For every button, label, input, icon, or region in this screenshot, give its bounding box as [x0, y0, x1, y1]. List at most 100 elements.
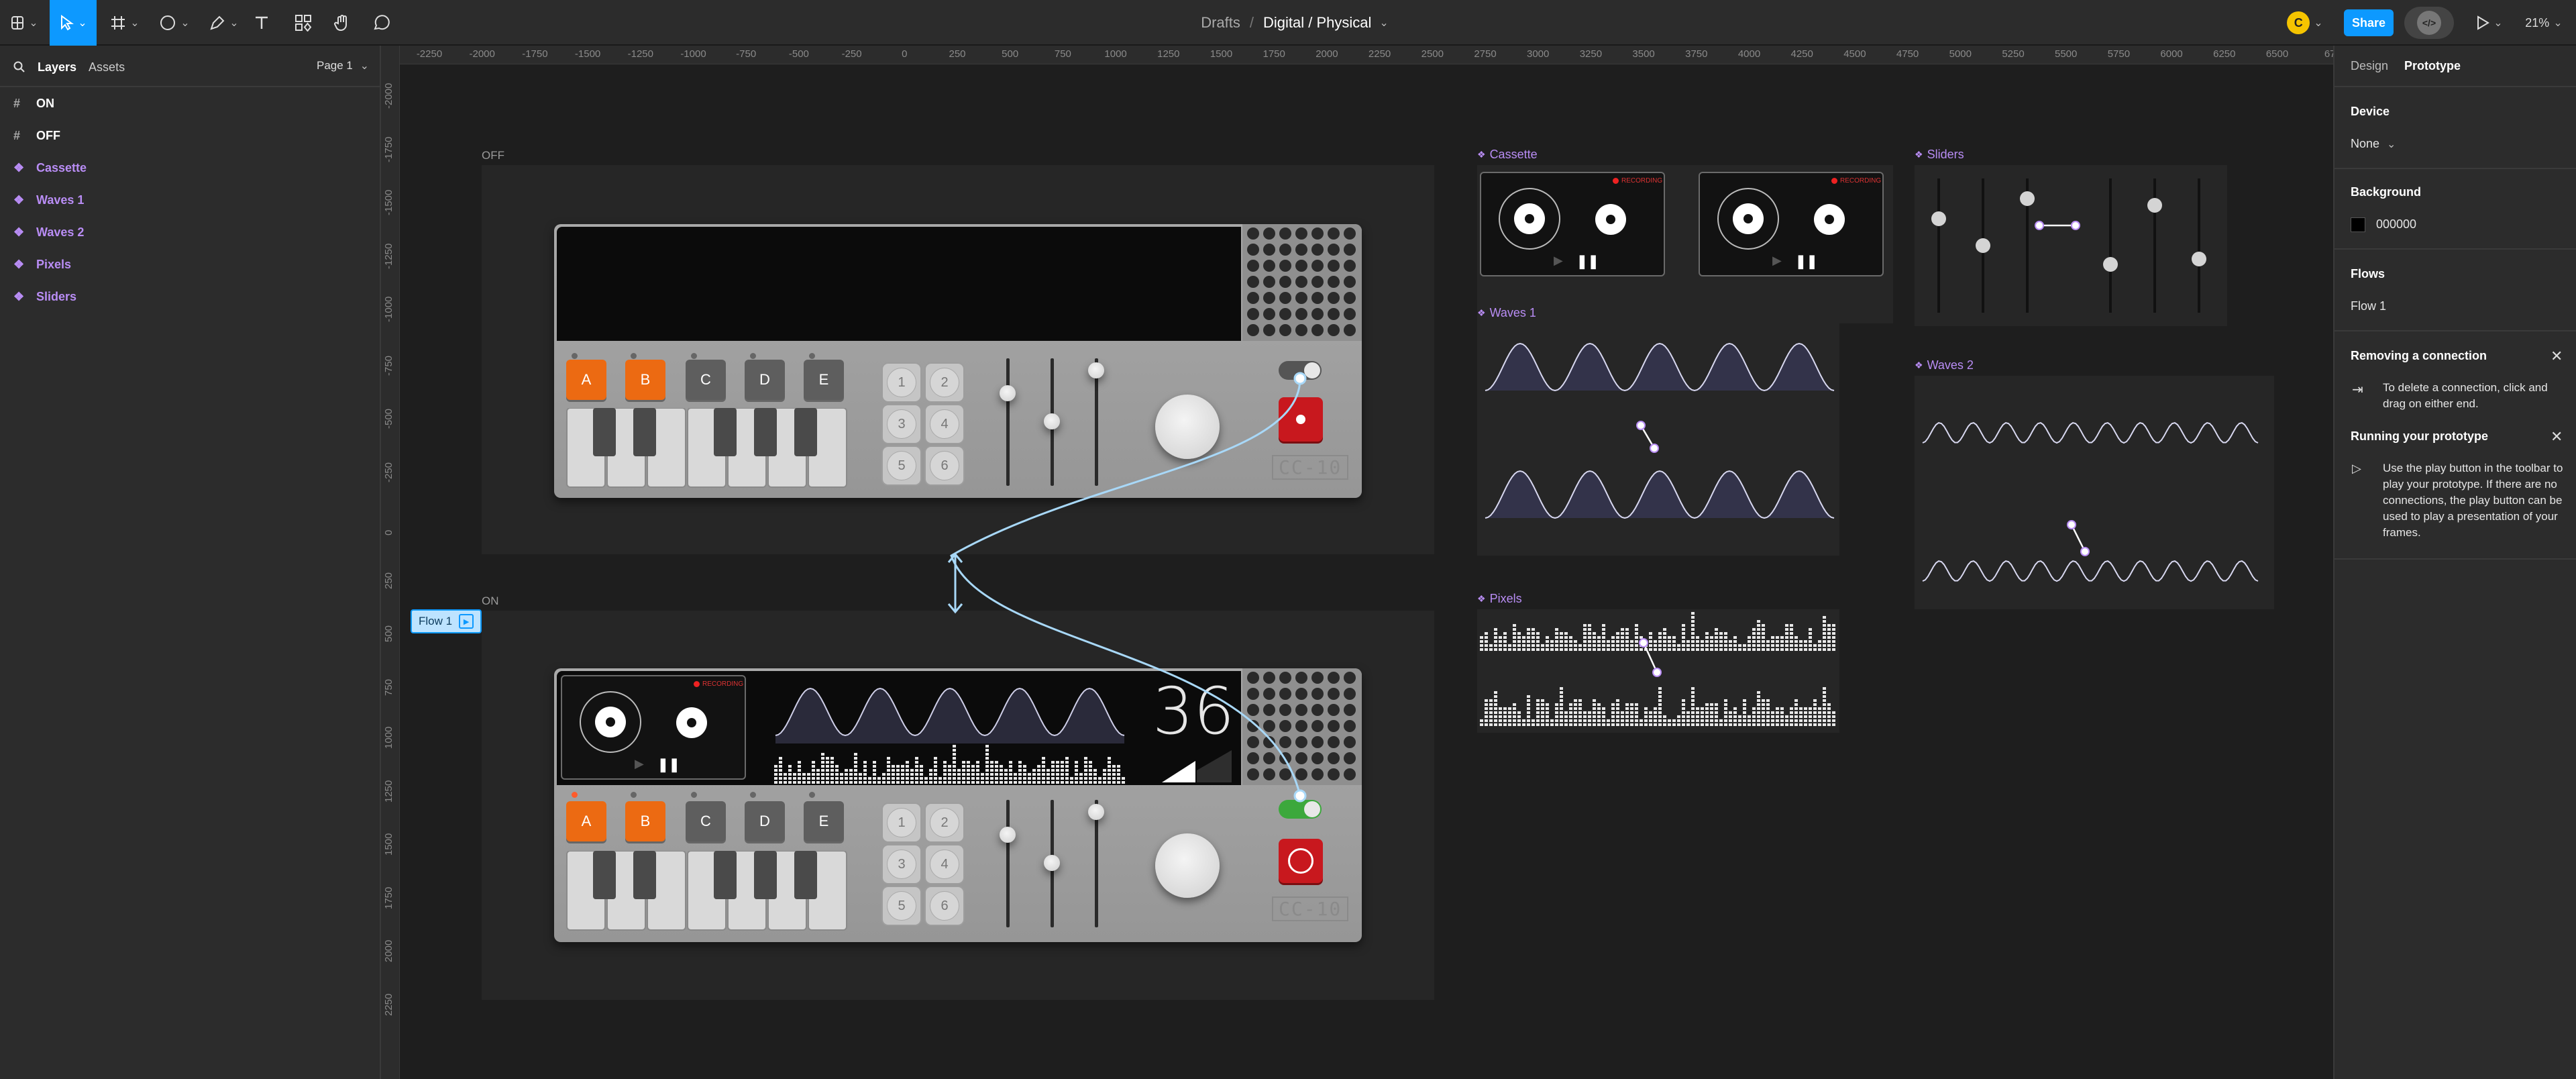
chevron-down-icon: ⌄	[2553, 17, 2563, 29]
move-tool-button[interactable]: ⌄	[50, 0, 97, 46]
tab-assets[interactable]: Assets	[89, 60, 125, 74]
component-icon: ❖	[13, 225, 25, 239]
tab-prototype[interactable]: Prototype	[2404, 59, 2461, 73]
layer-item-cassette[interactable]: ❖ Cassette	[13, 154, 87, 181]
tab-layers[interactable]: Layers	[38, 60, 76, 74]
properties-panel: Design Prototype Device None ⌄ Backgroun…	[2333, 46, 2576, 1079]
flow-item[interactable]: Flow 1	[2351, 299, 2386, 313]
divider	[2334, 86, 2576, 87]
shape-tool-button[interactable]: ⌄	[153, 0, 196, 46]
tab-design[interactable]: Design	[2351, 59, 2388, 73]
layer-label: Waves 1	[36, 193, 85, 207]
connection-icon: ⇥	[2352, 382, 2363, 397]
chevron-down-icon: ⌄	[29, 17, 38, 29]
close-icon[interactable]: ✕	[2551, 348, 2563, 365]
figma-logo-icon	[11, 16, 24, 30]
layer-label: Waves 2	[36, 225, 85, 239]
share-button[interactable]: Share	[2344, 9, 2394, 36]
device-value: None	[2351, 137, 2380, 150]
device-heading: Device	[2351, 105, 2390, 118]
page-selector-label: Page 1	[317, 59, 353, 72]
comment-icon	[374, 15, 390, 30]
pen-icon	[210, 15, 225, 30]
component-icon: ❖	[13, 193, 25, 207]
main-menu-button[interactable]: ⌄	[5, 0, 43, 46]
chevron-down-icon: ⌄	[229, 17, 239, 29]
connection-line[interactable]	[950, 378, 1301, 797]
chevron-down-icon: ⌄	[130, 17, 140, 29]
chevron-down-icon: ⌄	[78, 17, 87, 29]
comment-tool-button[interactable]	[368, 0, 394, 46]
search-icon[interactable]	[13, 61, 25, 73]
layers-panel: Layers Assets Page 1 ⌄ # ON # OFF ❖ Cass…	[0, 46, 381, 1079]
device-select[interactable]: None ⌄	[2351, 137, 2396, 151]
dev-mode-toggle[interactable]: </>	[2404, 7, 2454, 39]
divider	[2334, 248, 2576, 250]
layer-label: Cassette	[36, 160, 87, 174]
component-icon: ❖	[13, 257, 25, 271]
connection-end-handle[interactable]	[1293, 789, 1307, 803]
background-heading: Background	[2351, 185, 2422, 199]
page-selector[interactable]: Page 1 ⌄	[317, 59, 369, 72]
background-hex-input[interactable]: 000000	[2376, 217, 2416, 232]
breadcrumb-separator: /	[1249, 14, 1254, 31]
user-avatar-button[interactable]: C ⌄	[2286, 0, 2324, 46]
divider	[2334, 330, 2576, 331]
frame-tool-button[interactable]: ⌄	[103, 0, 146, 46]
avatar: C	[2287, 11, 2310, 34]
chevron-down-icon: ⌄	[2493, 17, 2503, 29]
removing-connection-title: Removing a connection	[2351, 349, 2487, 362]
layer-item-sliders[interactable]: ❖ Sliders	[13, 283, 76, 310]
hand-icon	[334, 15, 347, 31]
zoom-control[interactable]: 21% ⌄	[2517, 0, 2571, 46]
present-button[interactable]: ⌄	[2471, 0, 2508, 46]
background-color-swatch[interactable]	[2351, 217, 2365, 232]
file-title[interactable]: Digital / Physical	[1263, 14, 1371, 32]
hand-tool-button[interactable]	[329, 0, 356, 46]
chevron-down-icon: ⌄	[360, 60, 370, 72]
toolbar: ⌄ ⌄ ⌄ ⌄ ⌄ Drafts / Digital / Physical ⌄ …	[0, 0, 2576, 46]
text-tool-button[interactable]	[248, 0, 275, 46]
layer-item-pixels[interactable]: ❖ Pixels	[13, 251, 71, 278]
play-icon: ▷	[2352, 462, 2361, 475]
divider	[2334, 168, 2576, 169]
chevron-down-icon: ⌄	[2314, 17, 2323, 29]
component-icon: ❖	[13, 289, 25, 303]
layer-label: OFF	[36, 128, 60, 142]
chevron-down-icon: ⌄	[2387, 139, 2396, 150]
frame-icon	[111, 16, 125, 30]
components-icon	[295, 15, 312, 32]
pen-tool-button[interactable]: ⌄	[203, 0, 246, 46]
canvas[interactable]: -2250 -2000 -1750 -1500 -1250 -1000 -750 -500 -2…	[381, 46, 2333, 1079]
breadcrumb-drafts[interactable]: Drafts	[1201, 14, 1240, 32]
component-icon: ❖	[13, 160, 25, 174]
zoom-value: 21%	[2525, 15, 2550, 30]
divider	[0, 86, 380, 87]
layer-item-on[interactable]: # ON	[13, 90, 54, 117]
divider	[2334, 558, 2576, 560]
close-icon[interactable]: ✕	[2551, 428, 2563, 446]
breadcrumb: Drafts / Digital / Physical ⌄	[1140, 0, 1449, 46]
layer-item-waves-2[interactable]: ❖ Waves 2	[13, 219, 84, 246]
layer-label: Sliders	[36, 289, 77, 303]
chevron-down-icon: ⌄	[180, 17, 190, 29]
ellipse-icon	[160, 15, 176, 30]
play-icon	[2477, 15, 2490, 30]
flows-heading: Flows	[2351, 267, 2385, 280]
connection-start-handle[interactable]	[1293, 372, 1307, 385]
connection-direction-arrows	[947, 552, 963, 614]
removing-connection-text: To delete a connection, click and drag o…	[2383, 381, 2548, 410]
resources-button[interactable]	[290, 0, 317, 46]
frame-icon: #	[13, 128, 21, 142]
prototype-connections	[947, 372, 1307, 803]
layer-item-waves-1[interactable]: ❖ Waves 1	[13, 187, 84, 213]
running-prototype-title: Running your prototype	[2351, 429, 2488, 443]
chevron-down-icon[interactable]: ⌄	[1379, 16, 1388, 30]
layer-label: ON	[36, 96, 54, 110]
layer-label: Pixels	[36, 257, 72, 271]
layer-item-off[interactable]: # OFF	[13, 122, 60, 149]
text-icon	[256, 16, 268, 29]
code-icon: </>	[2417, 11, 2441, 35]
running-prototype-text: Use the play button in the toolbar to pl…	[2383, 462, 2563, 539]
cursor-icon	[61, 15, 74, 31]
